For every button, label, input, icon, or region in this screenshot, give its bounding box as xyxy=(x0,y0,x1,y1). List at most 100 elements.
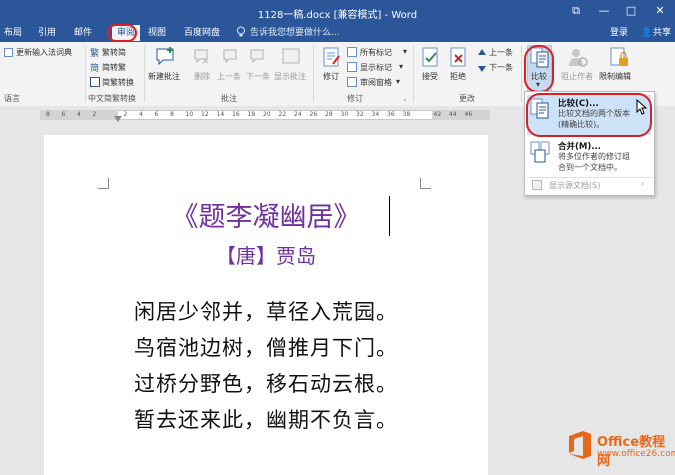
reviewing-pane-button[interactable]: 审阅窗格 xyxy=(360,77,392,88)
chevron-right-icon: › xyxy=(641,179,645,188)
group-separator xyxy=(85,46,86,102)
ruler-tick-label: 14 xyxy=(216,111,225,118)
chevron-down-icon: ▾ xyxy=(403,47,408,56)
ruler-tick-label: 46 xyxy=(464,111,473,118)
watermark-url: www.office26.com xyxy=(597,449,675,459)
accept-icon xyxy=(420,46,442,71)
poem-title: 《题李凝幽居》 xyxy=(171,202,361,233)
next-comment-icon xyxy=(249,48,265,69)
simp-to-trad-button[interactable]: 简转繁 xyxy=(102,62,126,73)
accept-button[interactable]: 接受 xyxy=(422,71,438,82)
ruler-tick-label: 32 xyxy=(356,111,364,118)
show-source-icon xyxy=(532,180,542,193)
new-comment-icon xyxy=(155,46,177,71)
ruler-tick-label: 28 xyxy=(325,111,333,118)
crop-mark-top-left xyxy=(98,178,109,189)
update-ime-dictionary-button[interactable]: 更新输入法词典 xyxy=(16,47,72,58)
tab-baidu-netdisk[interactable]: 百度网盘 xyxy=(184,26,220,40)
share-button[interactable]: 共享 xyxy=(653,26,671,40)
minimize-button[interactable]: — xyxy=(594,4,614,18)
tab-layout[interactable]: 布局 xyxy=(4,26,22,40)
compare-menu-highlight xyxy=(526,93,652,137)
tab-references[interactable]: 引用 xyxy=(38,26,56,40)
poem-line: 闲居少邻并，草径入荒园。 xyxy=(134,300,398,324)
trad-to-simp-button[interactable]: 繁转简 xyxy=(102,47,126,58)
delete-comment-button[interactable]: 删除 xyxy=(194,71,210,82)
ruler-ticks: 8 6 4 2 2 4 6 8 10 12 14 16 18 20 22 24 26 28 30 32 34 36 38 42… xyxy=(40,110,490,120)
chinese-group-label: 中文简繁转换 xyxy=(88,94,136,103)
chevron-down-icon: ▾ xyxy=(396,77,401,86)
title-bar: 1128一稿.docx [兼容模式] - Word ⧉ — □ ✕ xyxy=(0,0,675,24)
ribbon-tab-bar: 布局 引用 邮件 审阅 视图 百度网盘 告诉我您想要做什么... 登录 👤 共享 xyxy=(0,24,675,42)
ruler-tick-label: 34 xyxy=(371,111,380,118)
show-markup-button[interactable]: 显示标记 xyxy=(360,62,392,73)
maximize-button[interactable]: □ xyxy=(621,4,641,18)
ruler-tick-label: 6 xyxy=(154,111,159,118)
restrict-editing-icon xyxy=(608,46,630,71)
combine-menu-desc: 合到一个文档中。 xyxy=(558,163,622,172)
combine-menu-item[interactable]: 合并(M)... xyxy=(558,140,601,152)
block-authors-icon xyxy=(567,46,589,71)
tab-view[interactable]: 视图 xyxy=(148,26,166,40)
close-button[interactable]: ✕ xyxy=(650,4,670,18)
ruler-tick-label: 2 xyxy=(123,111,128,118)
office-logo-icon xyxy=(566,430,594,463)
ruler-tick-label: 4 xyxy=(139,111,143,118)
ruler-tick-label: 4 xyxy=(77,111,81,118)
block-authors-button[interactable]: 阻止作者 xyxy=(561,71,593,82)
ruler-tick-label: 24 xyxy=(294,111,302,118)
reviewing-pane-icon xyxy=(347,77,357,90)
poem-line: 过桥分野色，移石动云根。 xyxy=(134,372,398,396)
lightbulb-icon xyxy=(236,26,246,40)
convert-icon xyxy=(90,77,100,90)
show-source-documents-item[interactable]: 显示源文档(S) xyxy=(549,180,600,191)
svg-text:繁: 繁 xyxy=(90,47,99,57)
ruler-tick-label: 42 xyxy=(433,111,442,118)
poem-line: 暂去还来此，幽期不负言。 xyxy=(134,408,398,432)
next-comment-button[interactable]: 下一条 xyxy=(246,71,270,82)
dialog-launcher-icon[interactable]: ⌟ xyxy=(403,94,406,102)
previous-comment-button[interactable]: 上一条 xyxy=(217,71,241,82)
previous-change-icon xyxy=(477,48,487,61)
ruler-tick-label: 20 xyxy=(263,111,271,118)
text-cursor xyxy=(389,196,390,236)
reject-button[interactable]: 拒绝 xyxy=(450,71,466,82)
poem-author: 【唐】贾岛 xyxy=(216,244,316,268)
track-changes-button[interactable]: 修订 xyxy=(323,71,339,82)
group-separator xyxy=(144,46,145,102)
ruler-tick-label: 22 xyxy=(278,111,287,118)
ruler-tick-label: 8 xyxy=(170,111,174,118)
markup-dropdown[interactable]: 所有标记 xyxy=(360,47,392,58)
ruler-tick-label: 16 xyxy=(232,111,240,118)
review-tab-highlight xyxy=(107,24,137,42)
sign-in-link[interactable]: 登录 xyxy=(610,26,628,40)
changes-group-label: 更改 xyxy=(459,94,475,103)
tracking-group-label: 修订 xyxy=(347,94,363,103)
show-comments-icon xyxy=(282,48,300,69)
restrict-editing-button[interactable]: 限制编辑 xyxy=(599,71,631,82)
reject-icon xyxy=(448,46,470,71)
chinese-conversion-button[interactable]: 简繁转换 xyxy=(102,77,134,88)
chevron-down-icon: ▾ xyxy=(399,62,404,71)
ruler-tick-label: 8 xyxy=(46,111,50,118)
group-separator xyxy=(313,46,314,102)
share-icon: 👤 xyxy=(641,28,653,38)
tell-me-search[interactable]: 告诉我您想要做什么... xyxy=(250,26,340,40)
ribbon-display-options-icon[interactable]: ⧉ xyxy=(566,4,586,18)
track-changes-icon xyxy=(321,46,343,71)
new-comment-button[interactable]: 新建批注 xyxy=(148,71,180,82)
previous-comment-icon xyxy=(222,48,238,69)
combine-menu-desc: 将多位作者的修订组 xyxy=(558,152,630,161)
previous-change-button[interactable]: 上一条 xyxy=(489,47,513,58)
show-markup-icon xyxy=(347,62,357,75)
show-comments-button[interactable]: 显示批注 xyxy=(274,71,306,82)
next-change-button[interactable]: 下一条 xyxy=(489,62,513,73)
ruler-tick-label: 6 xyxy=(61,111,66,118)
ruler-tick-label: 44 xyxy=(449,111,457,118)
tab-mailings[interactable]: 邮件 xyxy=(74,26,92,40)
ruler-tick-label: 36 xyxy=(387,111,395,118)
crop-mark-top-right xyxy=(420,178,431,189)
group-separator xyxy=(413,46,414,102)
svg-text:简: 简 xyxy=(90,62,99,72)
indent-marker-icon[interactable] xyxy=(114,116,122,126)
